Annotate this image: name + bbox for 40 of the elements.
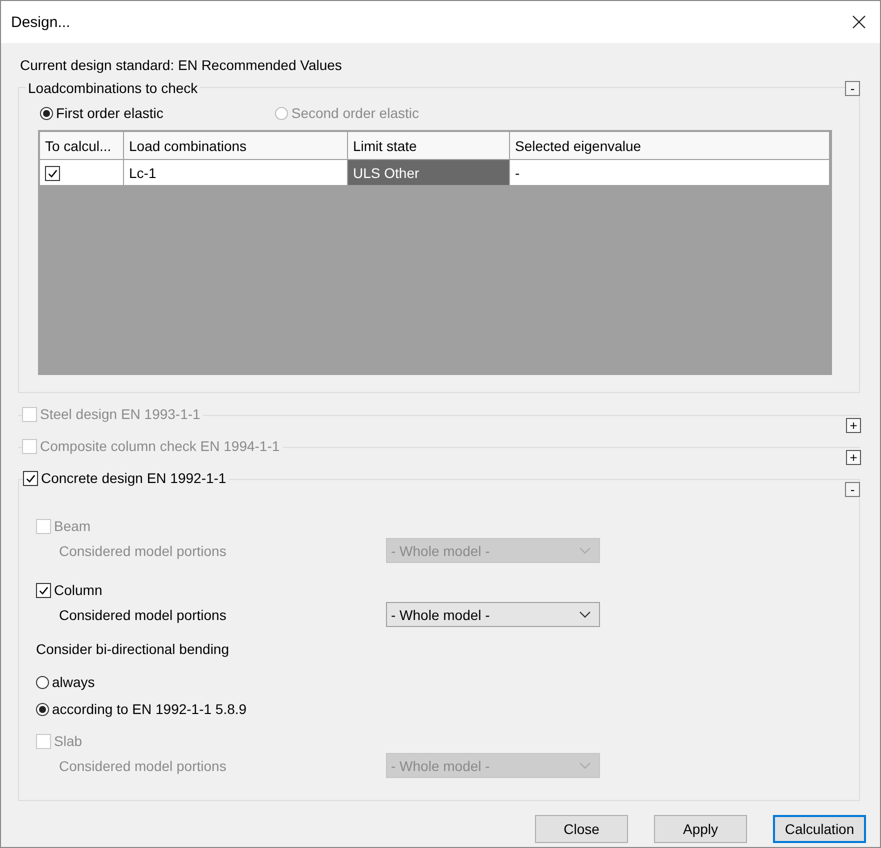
table-cell: - (510, 160, 830, 185)
dialog-button[interactable]: Calculation (773, 815, 866, 843)
radio-button[interactable] (40, 106, 53, 120)
member-label: Column (54, 582, 102, 598)
chevron-down-icon (579, 610, 591, 618)
radio-button[interactable] (36, 676, 49, 688)
column-header[interactable]: To calcul... (40, 132, 124, 160)
field-label: Considered model portions (59, 542, 228, 558)
checkbox[interactable] (45, 166, 60, 180)
dialog-button[interactable]: Apply (654, 815, 747, 843)
option-label: Second order elastic (291, 105, 419, 121)
collapse-button[interactable]: - (845, 81, 860, 96)
field-label: Considered model portions (59, 758, 228, 774)
dropdown[interactable]: - Whole model - (386, 602, 600, 627)
option-label: according to EN 1992-1-1 5.8.9 (52, 701, 247, 717)
section-title: Concrete design EN 1992-1-1 (41, 470, 226, 486)
table-cell: Lc-1 (124, 160, 348, 185)
chevron-down-icon (579, 762, 591, 770)
member-label: Beam (54, 518, 91, 534)
checkbox[interactable] (23, 470, 38, 486)
design-standard-label: Current design standard: EN Recommended Values (20, 57, 343, 73)
window-title: Design... (11, 14, 70, 30)
close-icon[interactable] (852, 15, 866, 29)
column-header[interactable]: Load combinations (124, 132, 348, 160)
group-title: Loadcombinations to check (26, 80, 200, 96)
column-header[interactable]: Limit state (348, 132, 510, 160)
section-title: Steel design EN 1993-1-1 (40, 406, 200, 422)
option-label: always (52, 674, 95, 690)
radio-button[interactable] (36, 702, 49, 716)
option-group-label: Consider bi-directional bending (36, 641, 230, 657)
section-title: Composite column check EN 1994-1-1 (40, 438, 280, 454)
field-label: Considered model portions (59, 606, 228, 622)
column-header[interactable]: Selected eigenvalue (510, 132, 830, 160)
chevron-down-icon (579, 546, 591, 554)
option-label: First order elastic (56, 105, 164, 121)
checkbox[interactable] (36, 582, 51, 598)
collapse-button[interactable]: - (845, 482, 860, 497)
member-label: Slab (54, 733, 82, 749)
table-cell[interactable]: ULS Other (348, 160, 510, 185)
dialog-button[interactable]: Close (535, 815, 628, 843)
